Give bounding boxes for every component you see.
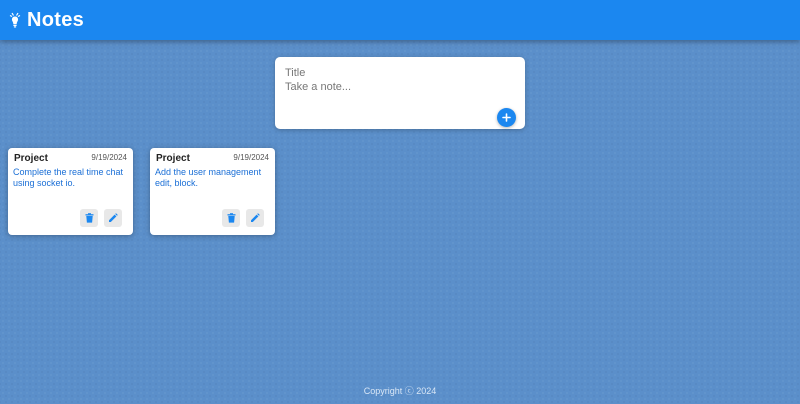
edit-note-button[interactable] bbox=[246, 209, 264, 227]
note-content-input[interactable] bbox=[285, 81, 515, 101]
lightbulb-icon bbox=[9, 12, 21, 28]
note-content: Add the user management edit, block. bbox=[155, 167, 262, 188]
footer-copyright: Copyright ⓒ 2024 bbox=[363, 386, 437, 396]
note-date: 9/19/2024 bbox=[91, 153, 127, 162]
app-title: Notes bbox=[27, 8, 85, 31]
note-composer bbox=[275, 57, 525, 129]
delete-note-button[interactable] bbox=[80, 209, 98, 227]
note-title: Project bbox=[14, 153, 48, 164]
note-card: Project 9/19/2024 Add the user managemen… bbox=[150, 148, 275, 235]
pencil-icon bbox=[108, 213, 118, 223]
trash-icon bbox=[227, 213, 236, 223]
trash-icon bbox=[85, 213, 94, 223]
note-date: 9/19/2024 bbox=[233, 153, 269, 162]
add-note-button[interactable] bbox=[497, 108, 516, 127]
note-title: Project bbox=[156, 153, 190, 164]
note-card: Project 9/19/2024 Complete the real time… bbox=[8, 148, 133, 235]
title-input[interactable] bbox=[285, 65, 515, 81]
plus-icon bbox=[502, 113, 511, 122]
delete-note-button[interactable] bbox=[222, 209, 240, 227]
edit-note-button[interactable] bbox=[104, 209, 122, 227]
note-content: Complete the real time chat using socket… bbox=[13, 167, 124, 188]
app-header: Notes bbox=[0, 0, 800, 40]
pencil-icon bbox=[250, 213, 260, 223]
